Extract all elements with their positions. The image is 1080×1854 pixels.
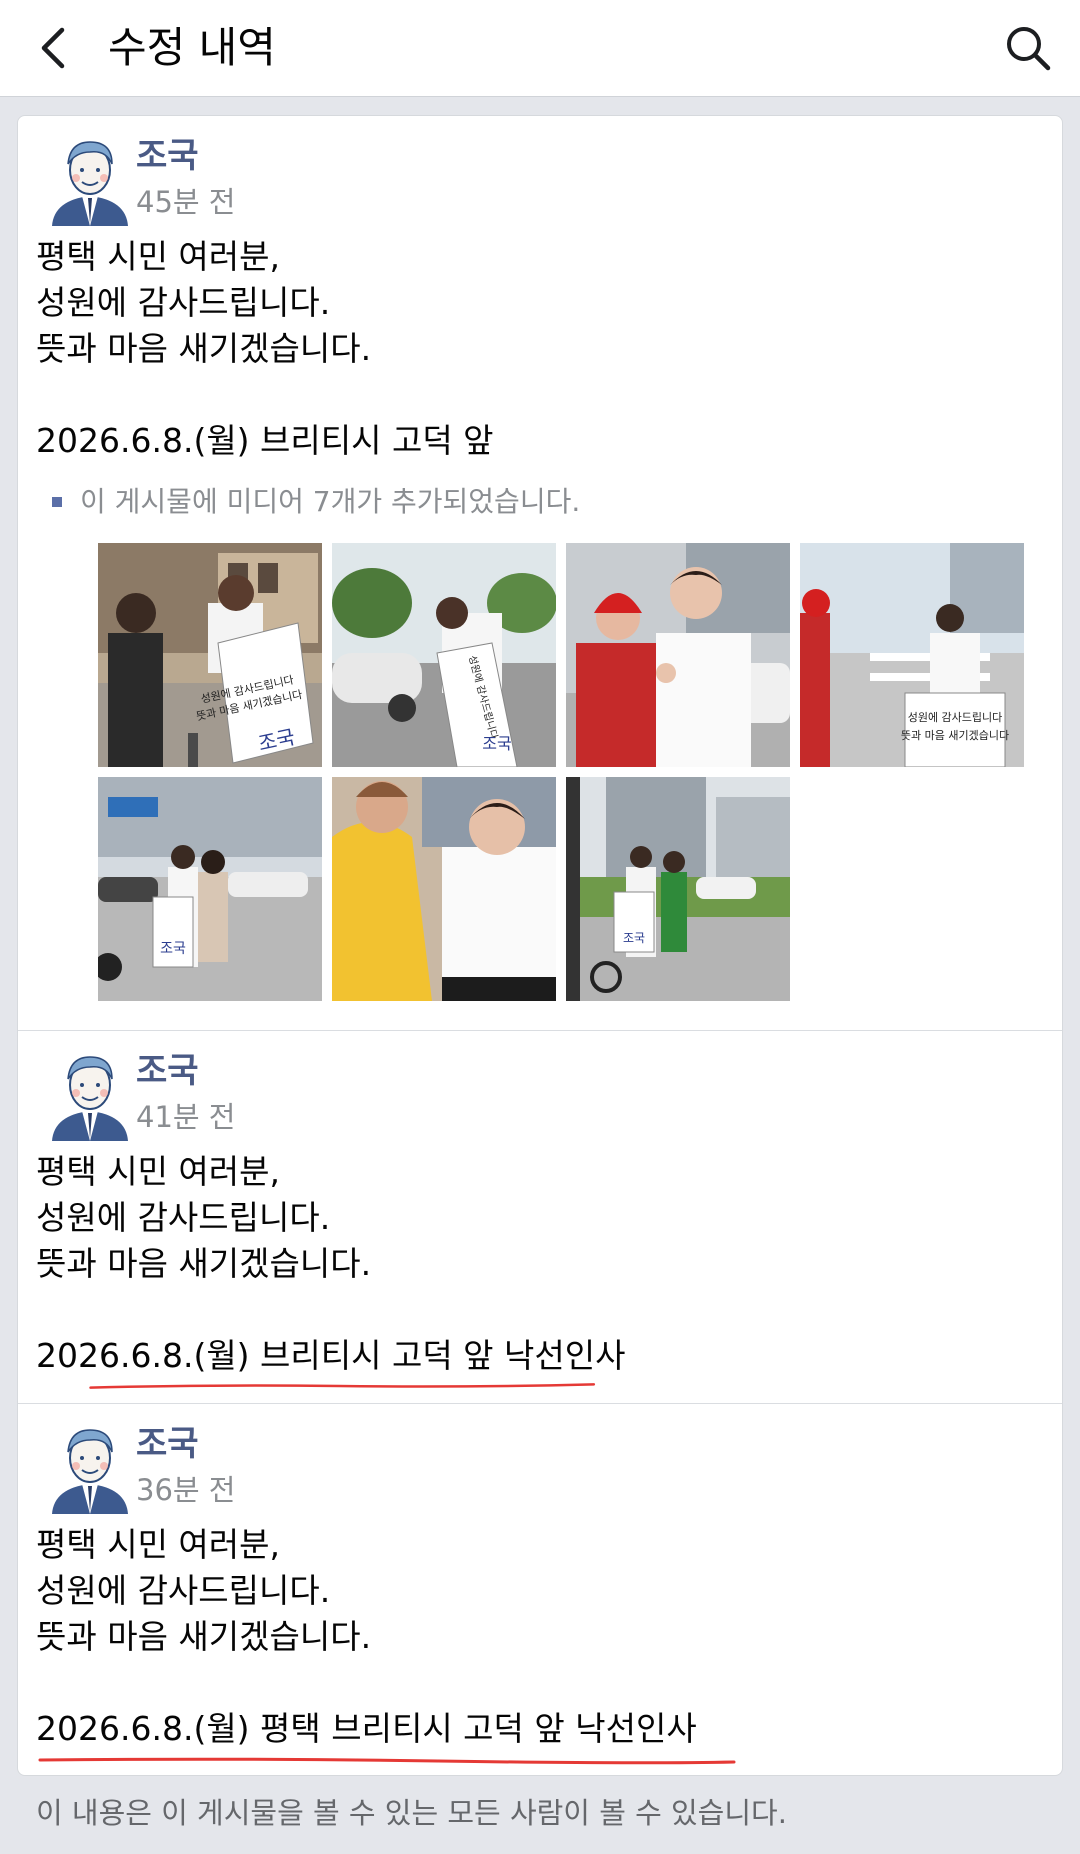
top-app-bar: 수정 내역 bbox=[0, 0, 1080, 97]
svg-text:성원에 감사드립니다: 성원에 감사드립니다 bbox=[908, 711, 1003, 724]
text-line: 평택 시민 여러분, bbox=[36, 1152, 280, 1191]
search-icon bbox=[1007, 27, 1051, 71]
post-text: 평택 시민 여러분, 성원에 감사드립니다. 뜻과 마음 새기겠습니다. 202… bbox=[36, 1149, 626, 1389]
date-location-line: 2026.6.8.(월) 평택 브리티시 고덕 앞 낙선인사 bbox=[36, 1706, 736, 1765]
timestamp: 41분 전 bbox=[136, 1100, 236, 1134]
text-line: 뜻과 마음 새기겠습니다. bbox=[36, 1244, 372, 1283]
text-line: 성원에 감사드립니다. bbox=[36, 283, 331, 322]
svg-text:조국: 조국 bbox=[623, 931, 645, 945]
author-name[interactable]: 조국 bbox=[136, 136, 199, 176]
photo-thumbnail[interactable]: 조국 bbox=[566, 777, 790, 1001]
author-name[interactable]: 조국 bbox=[136, 1051, 199, 1091]
photo-thumbnail[interactable] bbox=[566, 543, 790, 767]
date-location-line: 2026.6.8.(월) 브리티시 고덕 앞 낙선인사 bbox=[36, 1333, 626, 1389]
text-line: 뜻과 마음 새기겠습니다. bbox=[36, 1617, 372, 1656]
text-line: 뜻과 마음 새기겠습니다. bbox=[36, 329, 372, 368]
date-location-line: 2026.6.8.(월) 브리티시 고덕 앞 bbox=[36, 421, 494, 460]
changed-text: 2026.6.8.(월) 브리티시 고덕 앞 낙선인사 bbox=[36, 1336, 626, 1375]
photo-thumbnail[interactable] bbox=[332, 777, 556, 1001]
timestamp: 36분 전 bbox=[136, 1473, 236, 1507]
post-text: 평택 시민 여러분, 성원에 감사드립니다. 뜻과 마음 새기겠습니다. 202… bbox=[36, 1522, 736, 1765]
back-button[interactable] bbox=[22, 18, 82, 78]
revision-entry: 조국 45분 전 평택 시민 여러분, 성원에 감사드립니다. 뜻과 마음 새기… bbox=[18, 116, 1062, 1031]
chevron-left-icon bbox=[41, 27, 65, 69]
svg-text:조국: 조국 bbox=[482, 734, 511, 753]
author-name[interactable]: 조국 bbox=[136, 1424, 199, 1464]
edit-history-card: 조국 45분 전 평택 시민 여러분, 성원에 감사드립니다. 뜻과 마음 새기… bbox=[17, 115, 1063, 1776]
revision-entry: 조국 41분 전 평택 시민 여러분, 성원에 감사드립니다. 뜻과 마음 새기… bbox=[18, 1031, 1062, 1404]
page-title: 수정 내역 bbox=[108, 23, 276, 72]
avatar bbox=[44, 1049, 136, 1141]
photo-thumbnail[interactable]: 성원에 감사드립니다 뜻과 마음 새기겠습니다 bbox=[800, 543, 1024, 767]
text-line: 평택 시민 여러분, bbox=[36, 237, 280, 276]
photo-thumbnail[interactable]: 조국 bbox=[98, 777, 322, 1001]
avatar bbox=[44, 1422, 136, 1514]
search-button[interactable] bbox=[998, 18, 1058, 78]
media-note-text: 이 게시물에 미디어 7개가 추가되었습니다. bbox=[80, 485, 581, 518]
text-line: 성원에 감사드립니다. bbox=[36, 1198, 331, 1237]
photo-thumbnail[interactable]: 성원에 감사드립니다 뜻과 마음 새기겠습니다 조국 bbox=[98, 543, 322, 767]
revision-entry: 조국 36분 전 평택 시민 여러분, 성원에 감사드립니다. 뜻과 마음 새기… bbox=[18, 1404, 1062, 1775]
highlight-underline bbox=[89, 1383, 596, 1389]
post-text: 평택 시민 여러분, 성원에 감사드립니다. 뜻과 마음 새기겠습니다. 202… bbox=[36, 234, 494, 464]
avatar bbox=[44, 134, 136, 226]
media-added-note: 이 게시물에 미디어 7개가 추가되었습니다. bbox=[52, 484, 580, 520]
highlight-underline bbox=[38, 1757, 736, 1765]
timestamp: 45분 전 bbox=[136, 185, 236, 219]
svg-text:뜻과 마음 새기겠습니다: 뜻과 마음 새기겠습니다 bbox=[901, 729, 1009, 742]
changed-text: 2026.6.8.(월) 평택 브리티시 고덕 앞 낙선인사 bbox=[36, 1709, 697, 1748]
bullet-icon bbox=[52, 497, 62, 507]
photo-thumbnail[interactable]: 성원에 감사드립니다 조국 bbox=[332, 543, 556, 767]
visibility-note: 이 내용은 이 게시물을 볼 수 있는 모든 사람이 볼 수 있습니다. bbox=[36, 1796, 787, 1830]
svg-text:조국: 조국 bbox=[160, 941, 186, 957]
text-line: 성원에 감사드립니다. bbox=[36, 1571, 331, 1610]
text-line: 평택 시민 여러분, bbox=[36, 1525, 280, 1564]
